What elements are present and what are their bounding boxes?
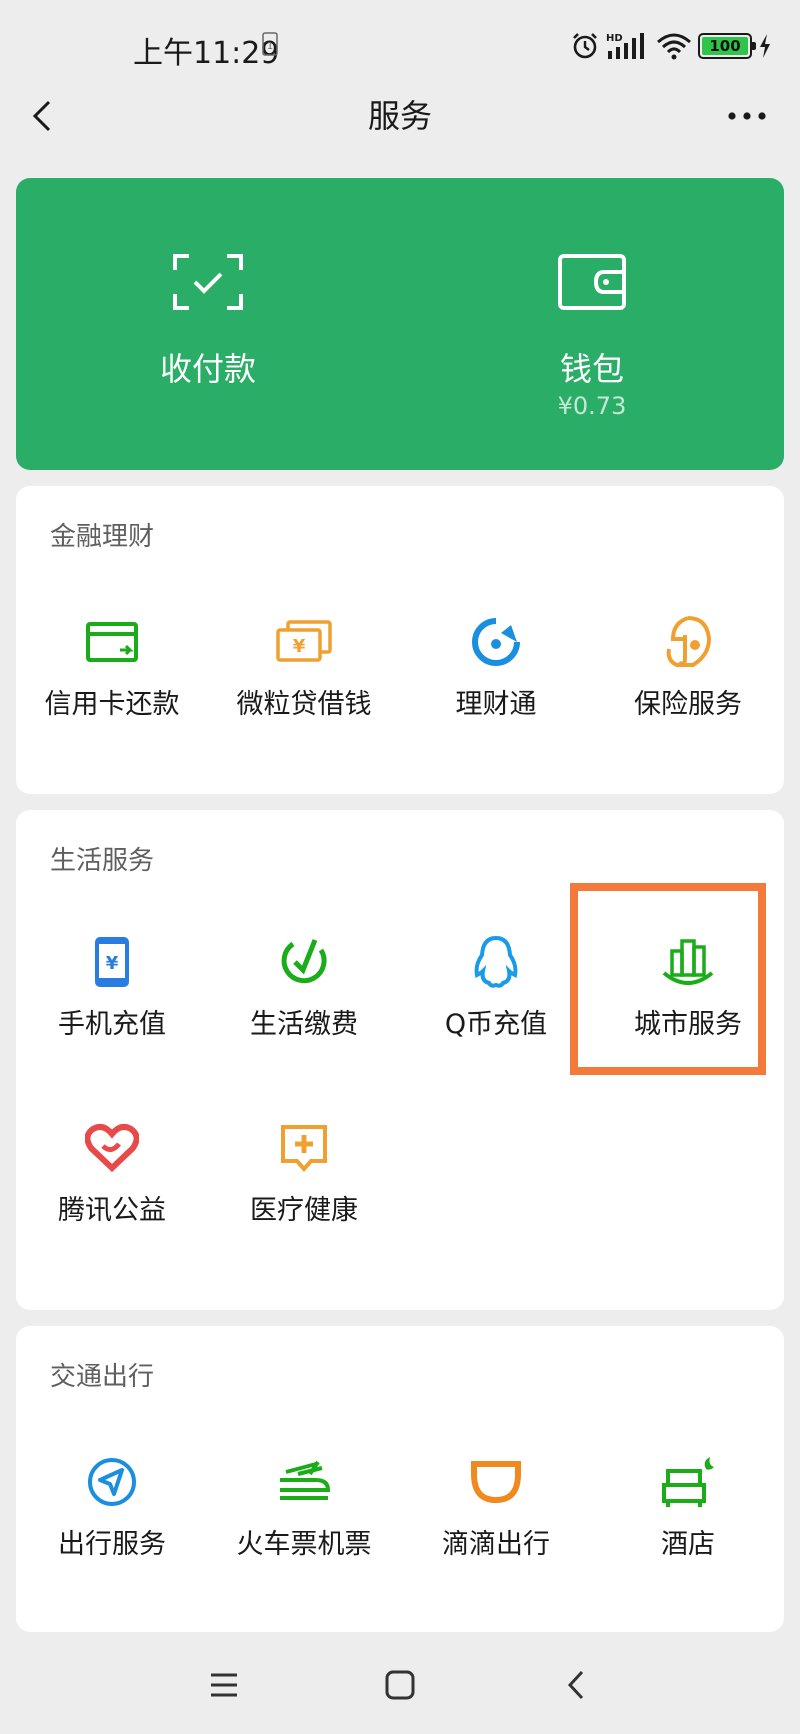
more-button[interactable] xyxy=(722,92,772,140)
alarm-icon xyxy=(573,33,597,59)
train-flight-item[interactable]: 火车票机票 xyxy=(208,1454,400,1574)
battery-level: 100 xyxy=(709,37,741,55)
battery-indicator: 100 xyxy=(698,33,756,59)
phone-topup-item[interactable]: ¥ 手机充值 xyxy=(16,934,208,1054)
item-label: 医疗健康 xyxy=(250,1195,358,1226)
recents-button[interactable] xyxy=(194,1660,254,1710)
item-label: 信用卡还款 xyxy=(44,689,180,720)
didi-icon xyxy=(468,1454,524,1510)
transport-section: 交通出行 出行服务 火车票机票 滴滴出行 酒店 xyxy=(16,1326,784,1632)
credit-card-icon xyxy=(84,614,140,670)
utility-check-icon xyxy=(276,934,332,990)
didi-item[interactable]: 滴滴出行 xyxy=(400,1454,592,1574)
item-label: 出行服务 xyxy=(58,1529,166,1560)
item-label: 腾讯公益 xyxy=(58,1195,166,1226)
charity-item[interactable]: 腾讯公益 xyxy=(16,1120,208,1240)
status-bar: 上午11:29 1 HD 100 xyxy=(0,0,800,92)
svg-text:¥: ¥ xyxy=(293,636,306,657)
item-label: 理财通 xyxy=(455,689,537,720)
item-label: 火车票机票 xyxy=(236,1529,372,1560)
item-label: 酒店 xyxy=(661,1529,715,1560)
wallet-label: 钱包 xyxy=(559,350,624,388)
item-label: 滴滴出行 xyxy=(442,1529,550,1560)
page-title: 服务 xyxy=(367,97,432,135)
scan-check-icon xyxy=(173,254,243,310)
cash-icon: ¥ xyxy=(276,614,332,670)
svg-text:1: 1 xyxy=(267,41,273,52)
wallet-button[interactable]: 钱包 ¥0.73 xyxy=(400,178,784,470)
medical-item[interactable]: 医疗健康 xyxy=(208,1120,400,1240)
medical-cross-icon xyxy=(276,1120,332,1176)
insurance-umbrella-icon xyxy=(660,614,716,670)
navigation-icon xyxy=(84,1454,140,1510)
section-title: 金融理财 xyxy=(50,522,155,552)
qq-penguin-icon xyxy=(468,934,524,990)
section-title: 生活服务 xyxy=(50,846,155,876)
section-title: 交通出行 xyxy=(50,1362,155,1392)
wifi-icon xyxy=(657,33,691,60)
travel-services-item[interactable]: 出行服务 xyxy=(16,1454,208,1574)
home-button[interactable] xyxy=(370,1660,430,1710)
status-time: 上午11:29 xyxy=(133,36,280,71)
credit-card-repay-item[interactable]: 信用卡还款 xyxy=(16,614,208,734)
wallet-icon xyxy=(558,254,626,310)
pay-wallet-card: 收付款 钱包 ¥0.73 xyxy=(16,178,784,470)
pay-label: 收付款 xyxy=(159,350,256,388)
item-label: 生活缴费 xyxy=(250,1009,358,1040)
sim-card-icon: 1 xyxy=(262,32,278,56)
highlight-annotation xyxy=(570,883,766,1075)
system-back-button[interactable] xyxy=(546,1660,606,1710)
charity-heart-icon xyxy=(84,1120,140,1176)
item-label: 手机充值 xyxy=(58,1009,166,1040)
wallet-balance: ¥0.73 xyxy=(557,392,627,420)
finance-section: 金融理财 信用卡还款 ¥ 微粒贷借钱 理财通 保险服务 xyxy=(16,486,784,794)
utility-bill-item[interactable]: 生活缴费 xyxy=(208,934,400,1054)
system-nav-bar xyxy=(0,1646,800,1726)
more-dots-icon xyxy=(728,112,766,120)
home-square-icon xyxy=(385,1670,415,1700)
pay-button[interactable]: 收付款 xyxy=(16,178,400,470)
hotel-bed-icon xyxy=(660,1454,716,1510)
train-icon xyxy=(276,1454,332,1510)
hotel-item[interactable]: 酒店 xyxy=(592,1454,784,1574)
menu-lines-icon xyxy=(211,1673,237,1697)
svg-text:HD: HD xyxy=(606,33,623,44)
charging-icon xyxy=(760,34,770,58)
q-coin-item[interactable]: Q币充值 xyxy=(400,934,592,1054)
phone-topup-icon: ¥ xyxy=(84,934,140,990)
signal-icon: HD xyxy=(606,33,644,59)
svg-text:¥: ¥ xyxy=(106,953,119,974)
licaitong-item[interactable]: 理财通 xyxy=(400,614,592,734)
item-label: 保险服务 xyxy=(634,689,742,720)
item-label: 微粒贷借钱 xyxy=(236,689,372,720)
back-chevron-icon xyxy=(567,1670,584,1700)
weilidai-item[interactable]: ¥ 微粒贷借钱 xyxy=(208,614,400,734)
nav-bar: 服务 xyxy=(0,92,800,140)
wealth-icon xyxy=(468,614,524,670)
status-icons: HD 100 xyxy=(570,28,772,64)
insurance-item[interactable]: 保险服务 xyxy=(592,614,784,734)
